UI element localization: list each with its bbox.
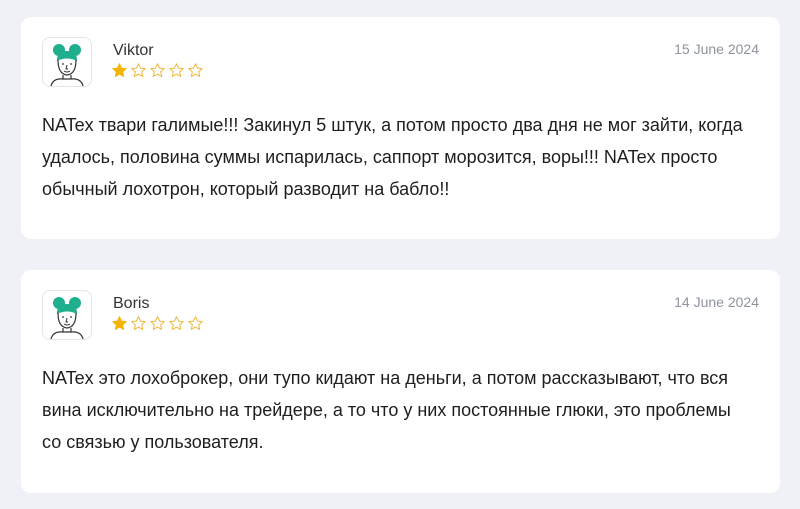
star-empty-icon [168,62,185,79]
star-empty-icon [130,62,147,79]
star-rating [111,315,204,332]
star-empty-icon [187,62,204,79]
review-date: 15 June 2024 [674,41,759,57]
review-card: Boris 14 June 2024 NATex это лохоброкер,… [21,270,780,493]
user-avatar-icon [42,37,92,87]
review-card: Viktor 15 June 2024 NATex твари галимые!… [21,17,780,239]
star-empty-icon [149,62,166,79]
star-filled-icon [111,315,128,332]
review-text: NATex твари галимые!!! Закинул 5 штук, а… [42,115,743,199]
star-empty-icon [168,315,185,332]
star-filled-icon [111,62,128,79]
star-empty-icon [187,315,204,332]
user-avatar-icon [42,290,92,340]
star-rating [111,62,204,79]
review-author: Boris [113,295,150,312]
review-author: Viktor [113,42,154,59]
star-empty-icon [149,315,166,332]
review-date: 14 June 2024 [674,294,759,310]
star-empty-icon [130,315,147,332]
review-text: NATex это лохоброкер, они тупо кидают на… [42,368,731,452]
